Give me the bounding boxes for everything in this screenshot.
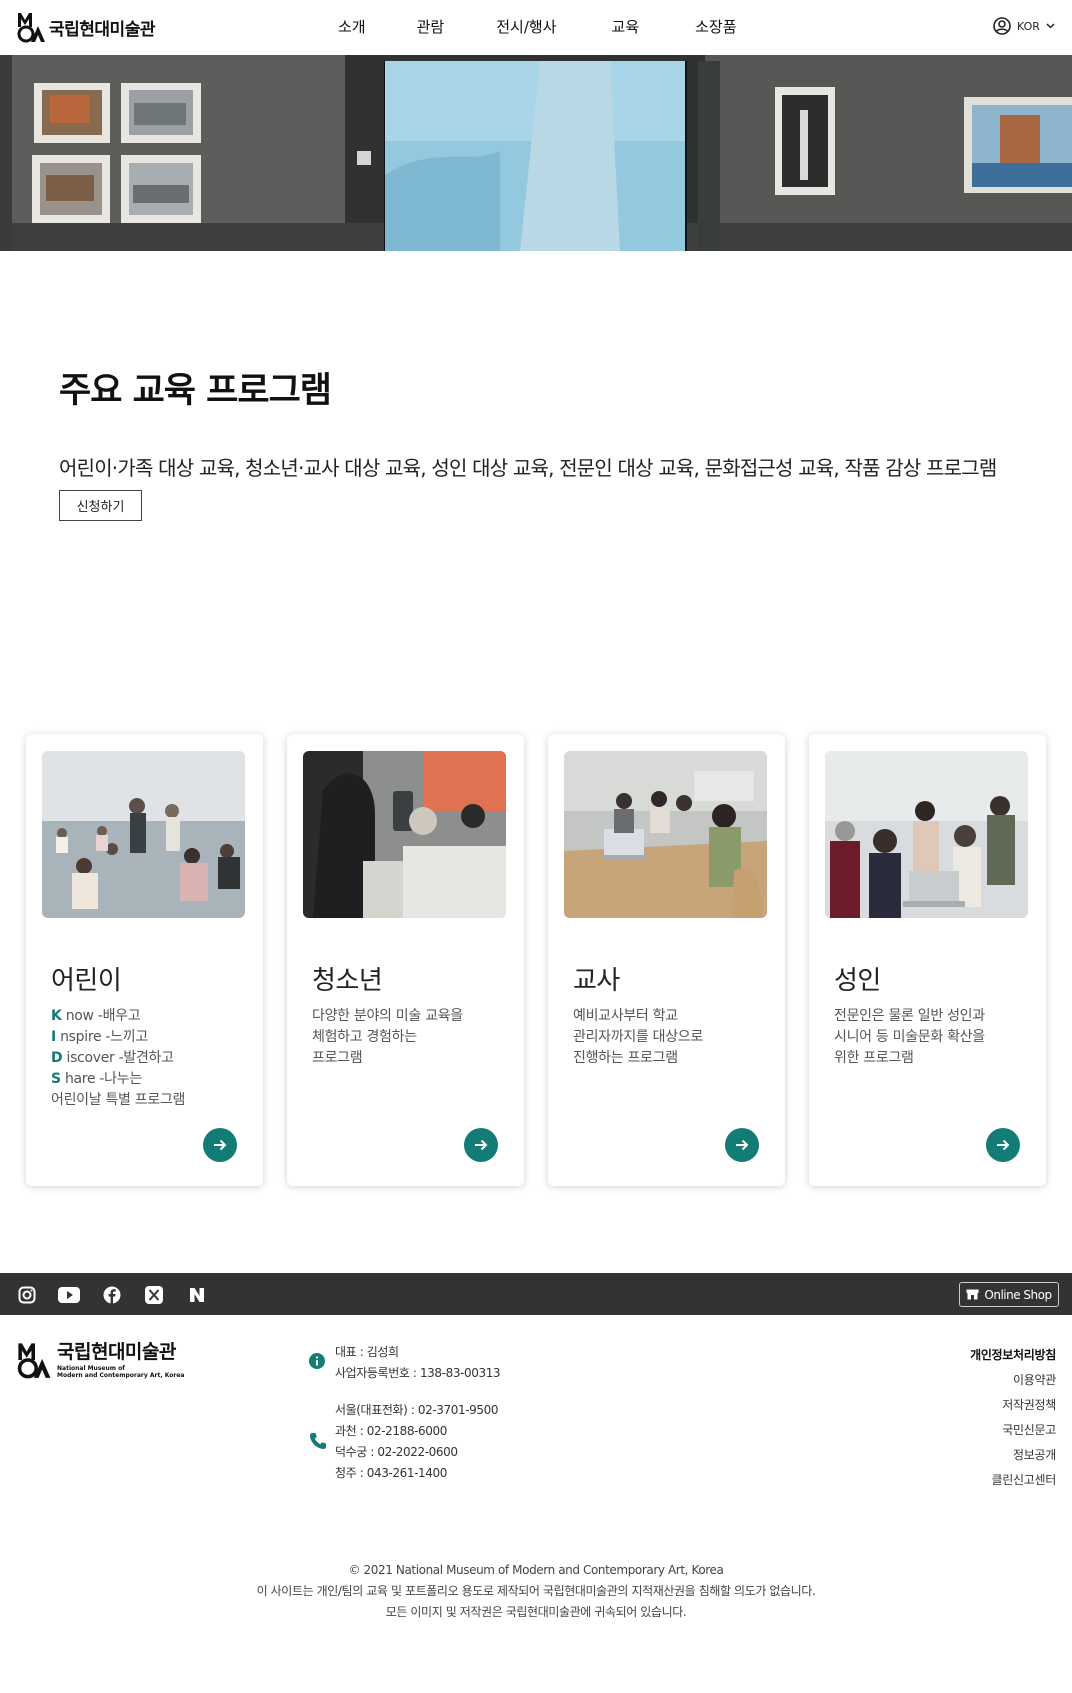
card-description-line: 진행하는 프로그램 [573,1050,678,1066]
card-description-line: 어린이날 특별 프로그램 [51,1092,186,1108]
footer-ceo: 대표 : 김성희 [335,1345,399,1359]
arrow-right-icon[interactable] [725,1128,759,1162]
card-title: 어린이 [51,966,122,996]
program-description: 어린이·가족 대상 교육, 청소년·교사 대상 교육, 성인 대상 교육, 전문… [59,456,997,480]
footer-phone-deoksugung: 덕수궁 : 02-2022-0600 [335,1445,458,1459]
footer-phone-seoul: 서울(대표전화) : 02-3701-9500 [335,1403,499,1417]
online-shop-button[interactable]: Online Shop [959,1282,1059,1307]
footer-links: 개인정보처리방침 이용약관 저작권정책 국민신문고 정보공개 클린신고센터 [970,1343,1056,1493]
footer-phone-cheongju: 청주 : 043-261-1400 [335,1466,447,1480]
language-selector[interactable]: KOR [993,17,1055,35]
footer-link-copyright[interactable]: 저작권정책 [970,1393,1056,1418]
footer-logo: 국립현대미술관 National Museum of Modern and Co… [17,1341,184,1379]
hero-banner-image [0,55,1072,251]
acronym-letter: D [51,1050,63,1066]
user-icon [993,17,1011,35]
footer-logo-subtitle: National Museum of [57,1365,125,1372]
chevron-down-icon [1046,23,1055,29]
card-description-line: 프로그램 [312,1050,363,1066]
acronym-word: now -배우고 [61,1008,141,1024]
language-label: KOR [1017,19,1040,33]
shop-icon [966,1289,979,1300]
mmca-logo-icon [17,1343,51,1379]
card-description-line: 전문인은 물론 일반 성인과 [834,1008,985,1024]
site-header: 국립현대미술관 소개 관람 전시/행사 교육 소장품 KOR [0,0,1072,55]
footer-phone-gwacheon: 과천 : 02-2188-6000 [335,1424,447,1438]
card-children[interactable]: 어린이 K now -배우고 I nspire -느끼고 D iscover -… [26,734,263,1186]
site-logo-text: 국립현대미술관 [49,19,155,40]
site-logo[interactable]: 국립현대미술관 [17,11,155,43]
arrow-right-icon[interactable] [986,1128,1020,1162]
footer-link-terms[interactable]: 이용약관 [970,1368,1056,1393]
card-title: 청소년 [312,966,383,996]
instagram-icon[interactable] [16,1284,37,1305]
nav-item-visit[interactable]: 관람 [417,16,445,37]
footer-copyright: © 2021 National Museum of Modern and Con… [0,1560,1072,1623]
footer-company-info: 대표 : 김성희 사업자등록번호 : 138-83-00313 [335,1342,501,1384]
footer-link-clean-report[interactable]: 클린신고센터 [970,1468,1057,1493]
nav-item-collection[interactable]: 소장품 [695,16,736,37]
footer-business-number: 사업자등록번호 : 138-83-00313 [335,1366,501,1380]
card-title: 교사 [573,966,620,996]
copyright-text: © 2021 National Museum of Modern and Con… [348,1563,724,1577]
footer-link-privacy[interactable]: 개인정보처리방침 [970,1343,1056,1368]
copyright-notice: 모든 이미지 및 저작권은 국립현대미술관에 귀속되어 있습니다. [385,1605,687,1619]
card-description: 다양한 분야의 미술 교육을 체험하고 경험하는 프로그램 [312,1006,463,1069]
acronym-word: hare -나누는 [60,1071,142,1087]
mmca-logo-icon [17,13,45,43]
teacher-program-photo [564,751,767,918]
apply-button[interactable]: 신청하기 [59,490,142,521]
arrow-right-icon[interactable] [203,1128,237,1162]
card-adult[interactable]: 성인 전문인은 물론 일반 성인과 시니어 등 미술문화 확산을 위한 프로그램 [809,734,1046,1186]
nav-item-exhibitions[interactable]: 전시/행사 [496,16,556,37]
nav-item-education[interactable]: 교육 [611,16,639,37]
card-description-line: 체험하고 경험하는 [312,1029,417,1045]
copyright-notice: 이 사이트는 개인/팀의 교육 및 포트폴리오 용도로 제작되어 국립현대미술관… [256,1584,816,1598]
card-description-line: 다양한 분야의 미술 교육을 [312,1008,463,1024]
card-description: 전문인은 물론 일반 성인과 시니어 등 미술문화 확산을 위한 프로그램 [834,1006,985,1069]
adult-program-photo [825,751,1028,918]
youth-program-photo [303,751,506,918]
phone-icon [310,1433,326,1449]
card-description-line: 위한 프로그램 [834,1050,914,1066]
card-title: 성인 [834,966,881,996]
x-twitter-icon[interactable] [143,1284,164,1305]
footer-social-bar: Online Shop [0,1273,1072,1315]
children-program-photo [42,751,245,918]
acronym-letter: S [51,1071,61,1087]
card-description-line: 시니어 등 미술문화 확산을 [834,1029,985,1045]
acronym-word: iscover -발견하고 [62,1050,174,1066]
card-description-line: 예비교사부터 학교 [573,1008,678,1024]
facebook-icon[interactable] [101,1284,122,1305]
online-shop-label: Online Shop [984,1287,1052,1302]
main-nav: 소개 관람 전시/행사 교육 소장품 [338,16,737,37]
footer-logo-subtitle: Modern and Contemporary Art, Korea [57,1372,185,1379]
acronym-letter: K [51,1008,62,1024]
card-description: 예비교사부터 학교 관리자까지를 대상으로 진행하는 프로그램 [573,1006,703,1069]
footer-link-petition[interactable]: 국민신문고 [970,1418,1056,1443]
card-description: K now -배우고 I nspire -느끼고 D iscover -발견하고… [51,1006,185,1111]
info-icon [309,1353,325,1369]
nav-item-about[interactable]: 소개 [338,16,366,37]
acronym-word: nspire -느끼고 [55,1029,148,1045]
card-teacher[interactable]: 교사 예비교사부터 학교 관리자까지를 대상으로 진행하는 프로그램 [548,734,785,1186]
arrow-right-icon[interactable] [464,1128,498,1162]
footer-logo-name: 국립현대미술관 [57,1341,176,1363]
card-youth[interactable]: 청소년 다양한 분야의 미술 교육을 체험하고 경험하는 프로그램 [287,734,524,1186]
card-description-line: 관리자까지를 대상으로 [573,1029,703,1045]
program-cards: 어린이 K now -배우고 I nspire -느끼고 D iscover -… [26,734,1046,1186]
footer-phone-list: 서울(대표전화) : 02-3701-9500 과천 : 02-2188-600… [335,1400,498,1484]
page-title: 주요 교육 프로그램 [59,371,332,411]
footer-link-disclosure[interactable]: 정보공개 [970,1443,1056,1468]
naver-blog-icon[interactable] [186,1284,207,1305]
youtube-icon[interactable] [57,1284,80,1305]
